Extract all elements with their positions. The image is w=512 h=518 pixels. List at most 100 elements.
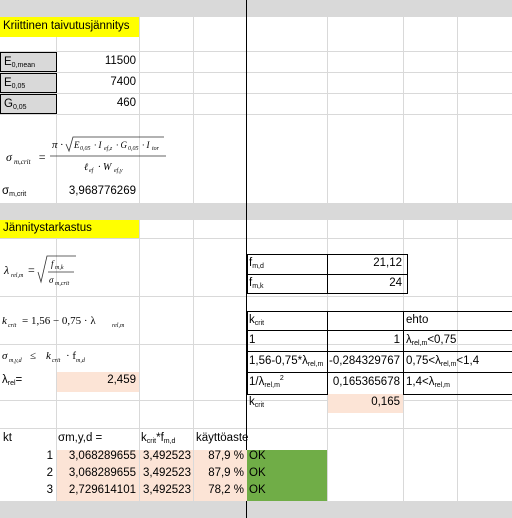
e005-value[interactable]: 7400	[57, 73, 139, 93]
label-sub: 0,05	[11, 83, 26, 90]
e0mean-value[interactable]: 11500	[57, 52, 139, 72]
kcrit-result-value[interactable]: 0,165	[328, 394, 403, 413]
cond-text: 1,4<λ	[406, 376, 435, 388]
svg-text:rel,m: rel,m	[11, 273, 24, 279]
fmd-label[interactable]: fm,d	[249, 257, 327, 275]
kcrit-row2-c[interactable]: 0,75<λrel,m<1,4	[406, 355, 512, 371]
header-band	[0, 0, 512, 17]
kcrit-row2-b[interactable]: -0,284329767	[328, 355, 403, 371]
expr-sub: rel,m	[264, 382, 280, 389]
g005-value[interactable]: 460	[57, 94, 139, 114]
kt-header[interactable]: kt	[3, 432, 53, 448]
kcrit-header[interactable]: kcrit	[249, 314, 327, 330]
separator-band	[0, 203, 512, 220]
grid-line	[0, 114, 512, 115]
svg-text:· I: · I	[142, 140, 151, 150]
lambda-rel-value[interactable]: 2,459	[57, 372, 139, 392]
kcrit-formula-graphic: k crit = 1,56 − 0,75 · λ rel,m	[2, 315, 125, 329]
kcrit-row1-b[interactable]: 1	[328, 334, 403, 350]
svg-text:m,y,d: m,y,d	[9, 358, 23, 364]
svg-text:· I: · I	[94, 140, 103, 150]
kcrit-table-divider	[247, 330, 512, 331]
table-row-sigma[interactable]: 3,068289655	[57, 467, 139, 484]
label-sub: crit	[254, 402, 265, 409]
kcrit-table-divider	[403, 311, 404, 395]
ehto-header[interactable]: ehto	[406, 314, 506, 330]
svg-text:crit: crit	[52, 358, 61, 364]
check-formula: σ m,y,d ≤ k crit · f m,d	[2, 346, 112, 368]
label-text: G	[4, 98, 13, 110]
table-row-sigma[interactable]: 3,068289655	[57, 450, 139, 467]
kcrit-result-label[interactable]: kcrit	[249, 396, 327, 412]
svg-text:=: =	[28, 263, 35, 277]
status-badge[interactable]: OK	[247, 450, 327, 467]
svg-text:rel,m: rel,m	[112, 323, 125, 329]
kcrit-row3-a[interactable]: 1/λrel,m2	[249, 375, 327, 393]
status-badge[interactable]: OK	[247, 467, 327, 484]
kcrit-row1-a[interactable]: 1	[249, 334, 327, 350]
table-row-kt[interactable]: 3	[0, 484, 56, 501]
e0mean-label[interactable]: E0,mean	[0, 52, 57, 72]
sigma-crit-value[interactable]: 3,968776269	[57, 185, 139, 203]
label-sub: 0,05	[12, 104, 27, 111]
expr-text: 1/λ	[249, 376, 265, 388]
svg-text:ef: ef	[89, 167, 95, 174]
svg-text:= 1,56 − 0,75 · λ: = 1,56 − 0,75 · λ	[22, 315, 96, 327]
cond-rest: <0,75	[427, 334, 457, 346]
grid-line	[193, 0, 194, 518]
svg-text:≤: ≤	[30, 350, 36, 362]
label-text: E	[4, 77, 12, 89]
table-row-kf[interactable]: 3,492523	[140, 450, 193, 467]
fmd-value[interactable]: 21,12	[328, 257, 405, 275]
svg-text:0,05: 0,05	[128, 146, 139, 152]
kaytto-header[interactable]: käyttöaste	[196, 432, 256, 448]
table-row-pct[interactable]: 87,9 %	[194, 467, 247, 484]
expr-text: 1,56-0,75*λ	[249, 355, 308, 367]
svg-text:ef,y: ef,y	[114, 167, 123, 174]
sigma-crit-label[interactable]: σm,crit	[2, 185, 57, 203]
cond-rest: <1,4	[456, 355, 480, 367]
section2-title[interactable]: Jännitystarkastus	[0, 220, 139, 238]
lambda-rel-label[interactable]: λrel=	[2, 372, 56, 392]
svg-text:E: E	[73, 140, 80, 150]
svg-text:ef,z: ef,z	[104, 145, 113, 152]
cond-text: 0,75<λ	[406, 355, 441, 367]
kcrit-formula: k crit = 1,56 − 0,75 · λ rel,m	[2, 310, 152, 332]
label-sub: m,k	[252, 283, 264, 290]
hdr-rest: *f	[156, 432, 164, 444]
svg-text:π ·: π ·	[52, 139, 63, 151]
kcrit-row3-b[interactable]: 0,165365678	[328, 376, 403, 392]
svg-text:crit: crit	[8, 323, 17, 329]
g005-label[interactable]: G0,05	[0, 94, 57, 114]
table-row-pct[interactable]: 78,2 %	[194, 484, 247, 501]
label-text: E	[4, 56, 12, 68]
result-table: 1 3,068289655 3,492523 87,9 % OK 2 3,068…	[0, 450, 329, 501]
kcrit-row3-c[interactable]: 1,4<λrel,m	[406, 376, 512, 392]
kcrit-row1-c[interactable]: λrel,m<0,75	[406, 334, 512, 350]
table-row-pct[interactable]: 87,9 %	[194, 450, 247, 467]
label-sub: 0,mean	[11, 62, 36, 69]
status-badge[interactable]: OK	[247, 484, 327, 501]
svg-text:m,k: m,k	[55, 265, 64, 271]
table-row-kt[interactable]: 1	[0, 450, 56, 467]
kf-header[interactable]: kcrit*fm,d	[141, 432, 193, 448]
fmk-value[interactable]: 24	[328, 277, 405, 295]
grid-line	[0, 296, 512, 297]
fmk-label[interactable]: fm,k	[249, 277, 327, 295]
lambda-rel-formula-graphic: λ rel,m = f m,k σ m,crit	[3, 255, 76, 287]
table-row-sigma[interactable]: 2,729614101	[57, 484, 139, 501]
table-row-kf[interactable]: 3,492523	[140, 467, 193, 484]
kcrit-row2-a[interactable]: 1,56-0,75*λrel,m	[249, 355, 327, 371]
svg-text:tor: tor	[152, 146, 160, 152]
sigma-crit-formula-graphic: σ m,crit = π · E 0,05 · I ef,z · G 0,05 …	[6, 136, 166, 174]
svg-text:σ: σ	[6, 150, 13, 164]
svg-text:0,05: 0,05	[80, 146, 91, 152]
e005-label[interactable]: E0,05	[0, 73, 57, 93]
section1-title[interactable]: Kriittinen taivutusjännitys	[0, 17, 139, 37]
hdr-sub: crit	[146, 438, 157, 445]
table-row-kf[interactable]: 3,492523	[140, 484, 193, 501]
svg-text:=: =	[38, 150, 46, 164]
sigma-header[interactable]: σm,y,d =	[58, 432, 138, 448]
table-row-kt[interactable]: 2	[0, 467, 56, 484]
svg-text:σ: σ	[49, 275, 54, 285]
